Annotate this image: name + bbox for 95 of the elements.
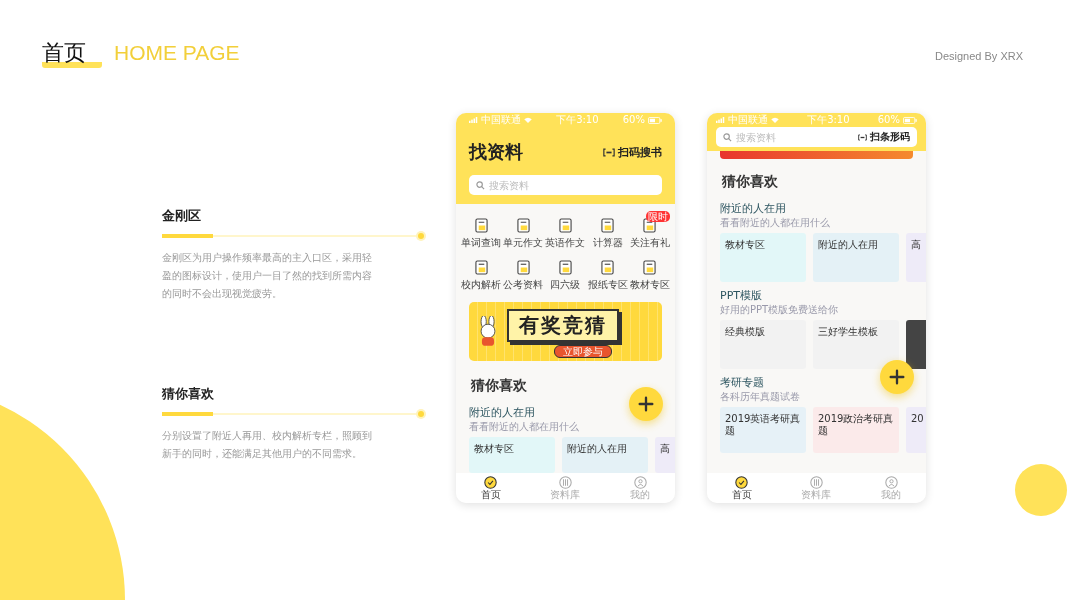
category-card[interactable]: 教材专区	[469, 437, 555, 473]
search-field[interactable]: 搜索资料 扫条形码	[716, 127, 917, 147]
scan-button[interactable]: 扫码搜书	[603, 144, 662, 160]
category-card[interactable]: 2019政治考研真题	[813, 407, 899, 453]
carrier-name: 中国联通	[728, 114, 768, 126]
card-title: 附近的人在用	[567, 443, 628, 455]
card-title: 三好学生模板	[818, 326, 879, 338]
user-icon	[884, 476, 898, 489]
search-input[interactable]: 搜索资料	[489, 179, 655, 191]
card-title: 教材专区	[474, 443, 515, 455]
search-icon	[723, 132, 732, 142]
books-icon	[810, 476, 823, 489]
card-title: 2019英语考研真题	[725, 413, 801, 437]
category-card[interactable]	[906, 320, 926, 369]
shortcut-button[interactable]: 报纸专区	[587, 260, 628, 290]
status-time: 下午3:10	[556, 114, 599, 126]
shortcut-button[interactable]: 公考资料	[503, 260, 544, 290]
document-icon	[474, 218, 488, 233]
page-subtitle: HOME PAGE	[114, 41, 240, 65]
shortcut-button[interactable]: 校内解析	[461, 260, 502, 290]
tab[interactable]: 首页	[480, 473, 501, 503]
category-card[interactable]: 附近的人在用	[813, 233, 899, 282]
search-field[interactable]: 搜索资料	[469, 175, 662, 195]
tab[interactable]: 首页	[731, 473, 752, 503]
section-title: 考研专题	[720, 375, 764, 390]
add-button[interactable]	[629, 387, 663, 421]
screen-title: 找资料	[469, 140, 523, 164]
section-title: 附近的人在用	[469, 405, 535, 420]
scan-icon	[858, 132, 867, 142]
section-subtitle: 看看附近的人都在用什么	[720, 216, 830, 229]
shortcut-button[interactable]: 计算器	[592, 218, 623, 248]
section-subtitle: 看看附近的人都在用什么	[469, 420, 579, 433]
signal-icon	[716, 117, 725, 123]
banner-headline: 有奖竞猜	[519, 313, 607, 337]
category-card[interactable]: 2019英语考研真题	[720, 407, 806, 453]
document-icon	[474, 260, 488, 275]
card-title: 教材专区	[725, 239, 766, 251]
note-title: 猜你喜欢	[162, 385, 215, 403]
category-card[interactable]: 高	[655, 437, 675, 473]
category-card[interactable]: 三好学生模板	[813, 320, 899, 369]
battery-level: 60%	[877, 114, 900, 126]
search-icon	[476, 180, 485, 190]
document-icon	[643, 260, 657, 275]
wifi-icon	[524, 117, 532, 123]
card-title: 高	[911, 239, 922, 251]
join-button[interactable]: 立即参与	[554, 345, 612, 358]
plus-icon	[888, 368, 906, 386]
background-circle	[1015, 464, 1067, 516]
category-card[interactable]: 教材专区	[720, 233, 806, 282]
document-icon	[601, 218, 615, 233]
scan-icon	[603, 147, 615, 157]
plus-icon	[637, 395, 655, 413]
section-subtitle: 好用的PPT模版免费送给你	[720, 303, 839, 316]
shortcut-button[interactable]: 单元作文	[503, 218, 544, 248]
shortcut-button[interactable]: 英语作文	[545, 218, 586, 248]
check-circle-icon	[735, 476, 749, 489]
document-icon	[559, 218, 572, 233]
category-card[interactable]: 20	[906, 407, 926, 453]
document-icon	[559, 260, 572, 275]
document-icon	[516, 218, 530, 233]
search-input[interactable]: 搜索资料	[736, 131, 854, 143]
section-title: 附近的人在用	[720, 201, 786, 216]
shortcut-button[interactable]: 单词查询	[461, 218, 502, 248]
section-subtitle: 各科历年真题试卷	[720, 390, 800, 403]
designer-credit: Designed By XRX	[934, 50, 1023, 62]
signal-icon	[469, 117, 478, 123]
card-title: 2019政治考研真题	[818, 413, 894, 437]
promo-banner[interactable]: 有奖竞猜 立即参与	[469, 302, 662, 361]
card-title: 高	[660, 443, 671, 455]
battery-icon	[648, 116, 662, 124]
books-icon	[559, 476, 572, 489]
shortcut-button[interactable]: 教材专区	[629, 260, 670, 290]
card-title: 20	[911, 413, 925, 425]
category-card[interactable]: 经典模版	[720, 320, 806, 369]
note-text: 分别设置了附近人再用、校内解析专栏，照顾到新手的同时，还能满足其他用户的不同需求。	[162, 429, 373, 461]
carrier-name: 中国联通	[481, 114, 521, 126]
status-time: 下午3:10	[807, 114, 850, 126]
card-title: 经典模版	[725, 326, 766, 338]
section-title: PPT模版	[720, 288, 762, 303]
shortcut-button[interactable]: 四六级	[550, 260, 581, 290]
category-card[interactable]: 附近的人在用	[562, 437, 648, 473]
card-title: 附近的人在用	[818, 239, 879, 251]
wifi-icon	[771, 117, 779, 123]
check-circle-icon	[484, 476, 498, 489]
user-icon	[633, 476, 647, 489]
document-icon	[516, 260, 530, 275]
category-card[interactable]: 高	[906, 233, 926, 282]
section-heading: 猜你喜欢	[471, 377, 528, 395]
badge: 限时	[646, 211, 670, 222]
note-title: 金刚区	[162, 207, 202, 225]
section-heading: 猜你喜欢	[722, 173, 779, 191]
add-button[interactable]	[880, 360, 914, 394]
document-icon	[601, 260, 615, 275]
battery-level: 60%	[622, 114, 645, 126]
battery-icon	[903, 116, 917, 124]
